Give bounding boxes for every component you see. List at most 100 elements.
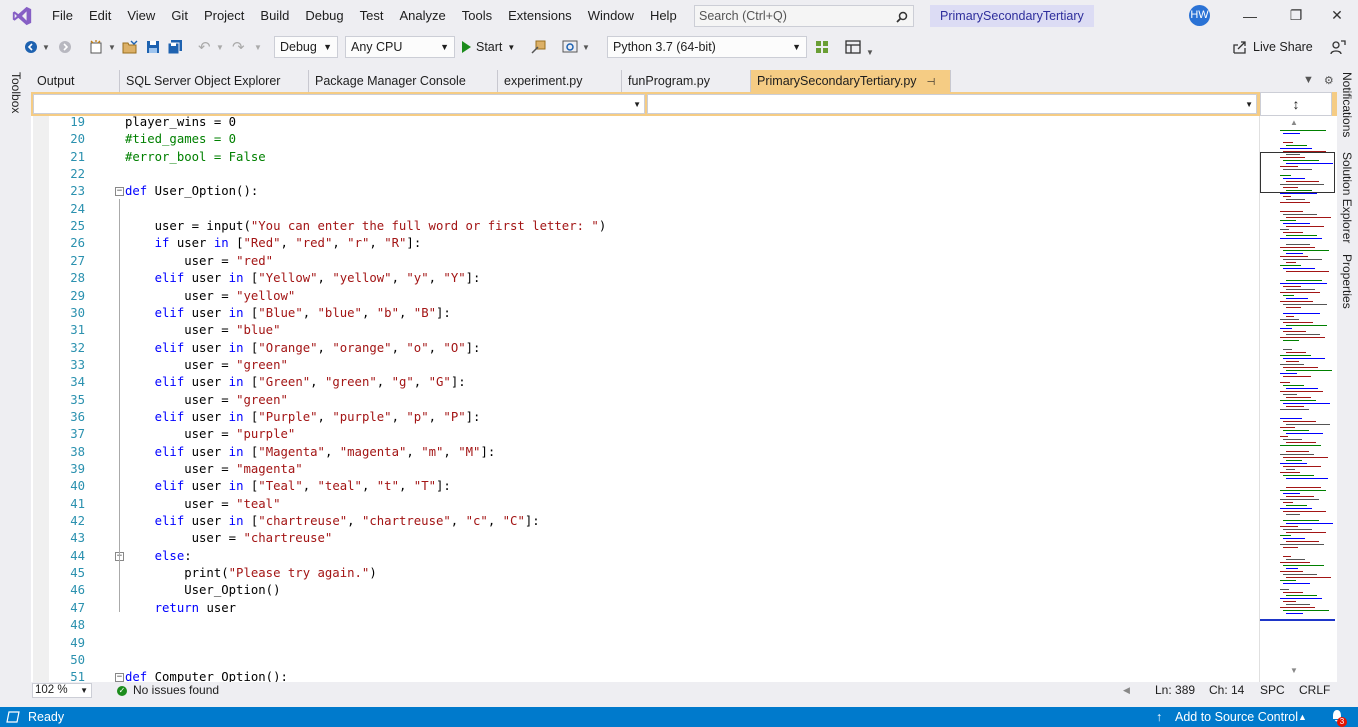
add-to-source-control-button[interactable]: Add to Source Control: [1175, 707, 1298, 727]
code-line[interactable]: 20 #tied_games = 0: [31, 132, 1259, 149]
search-box[interactable]: Search (Ctrl+Q): [694, 5, 914, 27]
code-line[interactable]: 34 elif user in ["Green", "green", "g", …: [31, 375, 1259, 392]
code-line[interactable]: 42 elif user in ["chartreuse", "chartreu…: [31, 514, 1259, 531]
pin-icon[interactable]: ⊣: [927, 72, 936, 94]
line-indicator[interactable]: Ln: 389: [1155, 682, 1195, 699]
new-project-icon[interactable]: [88, 38, 104, 56]
chevron-up-icon[interactable]: ▲: [1298, 707, 1307, 727]
layout-icon[interactable]: [845, 38, 861, 56]
minimize-icon[interactable]: —: [1227, 0, 1273, 31]
solution-platform-select[interactable]: Any CPU ▼: [345, 36, 455, 58]
code-line[interactable]: 25 user = input("You can enter the full …: [31, 219, 1259, 236]
code-line[interactable]: 22: [31, 167, 1259, 184]
code-line[interactable]: 48: [31, 618, 1259, 635]
code-line[interactable]: 47 return user: [31, 601, 1259, 618]
code-line[interactable]: 31 user = "blue": [31, 323, 1259, 340]
menu-project[interactable]: Project: [196, 0, 252, 31]
code-line[interactable]: 45 print("Please try again."): [31, 566, 1259, 583]
code-line[interactable]: 35 user = "green": [31, 393, 1259, 410]
properties-tab[interactable]: Properties: [1340, 254, 1354, 309]
code-line[interactable]: 27 user = "red": [31, 254, 1259, 271]
code-line[interactable]: 36 elif user in ["Purple", "purple", "p"…: [31, 410, 1259, 427]
new-project-dropdown-icon[interactable]: ▼: [108, 38, 116, 56]
close-window-icon[interactable]: ✕: [1314, 0, 1358, 31]
tab-funprogram-py[interactable]: funProgram.py: [622, 70, 751, 92]
code-line[interactable]: 24: [31, 202, 1259, 219]
split-editor-icon[interactable]: ↕: [1260, 92, 1332, 116]
code-line[interactable]: 33 user = "green": [31, 358, 1259, 375]
code-line[interactable]: 40 elif user in ["Teal", "teal", "t", "T…: [31, 479, 1259, 496]
code-line[interactable]: 38 elif user in ["Magenta", "magenta", "…: [31, 445, 1259, 462]
whitespace-indicator[interactable]: SPC: [1260, 682, 1285, 699]
code-line[interactable]: 51 − def Computer_Option():: [31, 670, 1259, 682]
menu-view[interactable]: View: [119, 0, 163, 31]
navigate-back-icon[interactable]: [24, 38, 38, 56]
live-share-button[interactable]: Live Share: [1232, 36, 1313, 58]
menu-window[interactable]: Window: [580, 0, 642, 31]
save-all-icon[interactable]: [167, 38, 183, 56]
collapse-icon[interactable]: −: [115, 187, 124, 197]
horizontal-scroll-left-icon[interactable]: ◀: [1123, 682, 1130, 699]
menu-test[interactable]: Test: [352, 0, 392, 31]
code-line[interactable]: 19 player_wins = 0: [31, 116, 1259, 132]
tab-experiment-py[interactable]: experiment.py: [498, 70, 622, 92]
save-icon[interactable]: [146, 38, 160, 56]
solution-explorer-tab[interactable]: Solution Explorer: [1340, 152, 1354, 243]
scroll-up-icon[interactable]: ▲: [1290, 118, 1298, 127]
issues-indicator[interactable]: ✓ No issues found: [117, 682, 219, 699]
undo-icon[interactable]: ↶: [198, 38, 211, 56]
code-line[interactable]: 23 − def User_Option():: [31, 184, 1259, 201]
menu-analyze[interactable]: Analyze: [391, 0, 453, 31]
attach-process-icon[interactable]: [530, 38, 546, 56]
start-button[interactable]: Start ▼: [462, 36, 515, 58]
code-line[interactable]: 44− else:: [31, 549, 1259, 566]
toolbox-tab[interactable]: Toolbox: [9, 72, 23, 113]
code-line[interactable]: 29 user = "yellow": [31, 289, 1259, 306]
tab-output[interactable]: Output: [31, 70, 120, 92]
column-indicator[interactable]: Ch: 14: [1209, 682, 1244, 699]
menu-file[interactable]: File: [44, 0, 81, 31]
solution-configuration-select[interactable]: Debug ▼: [274, 36, 338, 58]
scrollbar-minimap[interactable]: ▲ ▼: [1259, 116, 1337, 682]
python-environment-select[interactable]: Python 3.7 (64-bit) ▼: [607, 36, 807, 58]
class-dropdown[interactable]: ▼: [33, 94, 645, 114]
code-line[interactable]: 21 #error_bool = False: [31, 150, 1259, 167]
tab-sql-server-object-explorer[interactable]: SQL Server Object Explorer: [120, 70, 309, 92]
redo-dropdown-icon[interactable]: ▼: [254, 38, 262, 56]
code-line[interactable]: 49: [31, 636, 1259, 653]
code-line[interactable]: 37 user = "purple": [31, 427, 1259, 444]
tab-primarysecondarytertiary-py[interactable]: PrimarySecondaryTertiary.py⊣✕: [751, 70, 951, 112]
visual-studio-logo-icon[interactable]: [0, 0, 44, 31]
member-dropdown[interactable]: ▼: [647, 94, 1257, 114]
navigate-back-dropdown-icon[interactable]: ▼: [42, 38, 50, 56]
navigate-forward-icon[interactable]: [58, 38, 72, 56]
undo-dropdown-icon[interactable]: ▼: [216, 38, 224, 56]
code-line[interactable]: 39 user = "magenta": [31, 462, 1259, 479]
tab-package-manager-console[interactable]: Package Manager Console: [309, 70, 498, 92]
code-line[interactable]: 28 elif user in ["Yellow", "yellow", "y"…: [31, 271, 1259, 288]
redo-icon[interactable]: ↷: [232, 38, 245, 56]
menu-build[interactable]: Build: [252, 0, 297, 31]
menu-extensions[interactable]: Extensions: [500, 0, 580, 31]
feedback-icon[interactable]: [1330, 38, 1346, 56]
line-ending-indicator[interactable]: CRLF: [1299, 682, 1330, 699]
menu-tools[interactable]: Tools: [454, 0, 500, 31]
toolbar-overflow-icon[interactable]: ▼: [866, 43, 874, 61]
code-editor[interactable]: 19 player_wins = 0 20 #tied_games = 0 21 #err…: [31, 116, 1259, 682]
collapse-icon[interactable]: −: [115, 673, 124, 682]
code-line[interactable]: 32 elif user in ["Orange", "orange", "o"…: [31, 341, 1259, 358]
scroll-down-icon[interactable]: ▼: [1290, 666, 1298, 675]
code-line[interactable]: 41 user = "teal": [31, 497, 1259, 514]
tab-list-dropdown-icon[interactable]: ▼: [1303, 74, 1314, 87]
code-line[interactable]: 30 elif user in ["Blue", "blue", "b", "B…: [31, 306, 1259, 323]
solution-name[interactable]: PrimarySecondaryTertiary: [930, 5, 1094, 27]
output-window-icon[interactable]: [6, 710, 20, 727]
browser-link-dropdown-icon[interactable]: ▼: [582, 38, 590, 56]
menu-edit[interactable]: Edit: [81, 0, 119, 31]
browser-link-icon[interactable]: [562, 38, 578, 56]
open-folder-icon[interactable]: [122, 38, 138, 56]
environments-icon[interactable]: [814, 38, 830, 56]
code-line[interactable]: 26 if user in ["Red", "red", "r", "R"]:: [31, 236, 1259, 253]
code-line[interactable]: 43 user = "chartreuse": [31, 531, 1259, 548]
tab-settings-gear-icon[interactable]: ⚙: [1324, 74, 1334, 87]
